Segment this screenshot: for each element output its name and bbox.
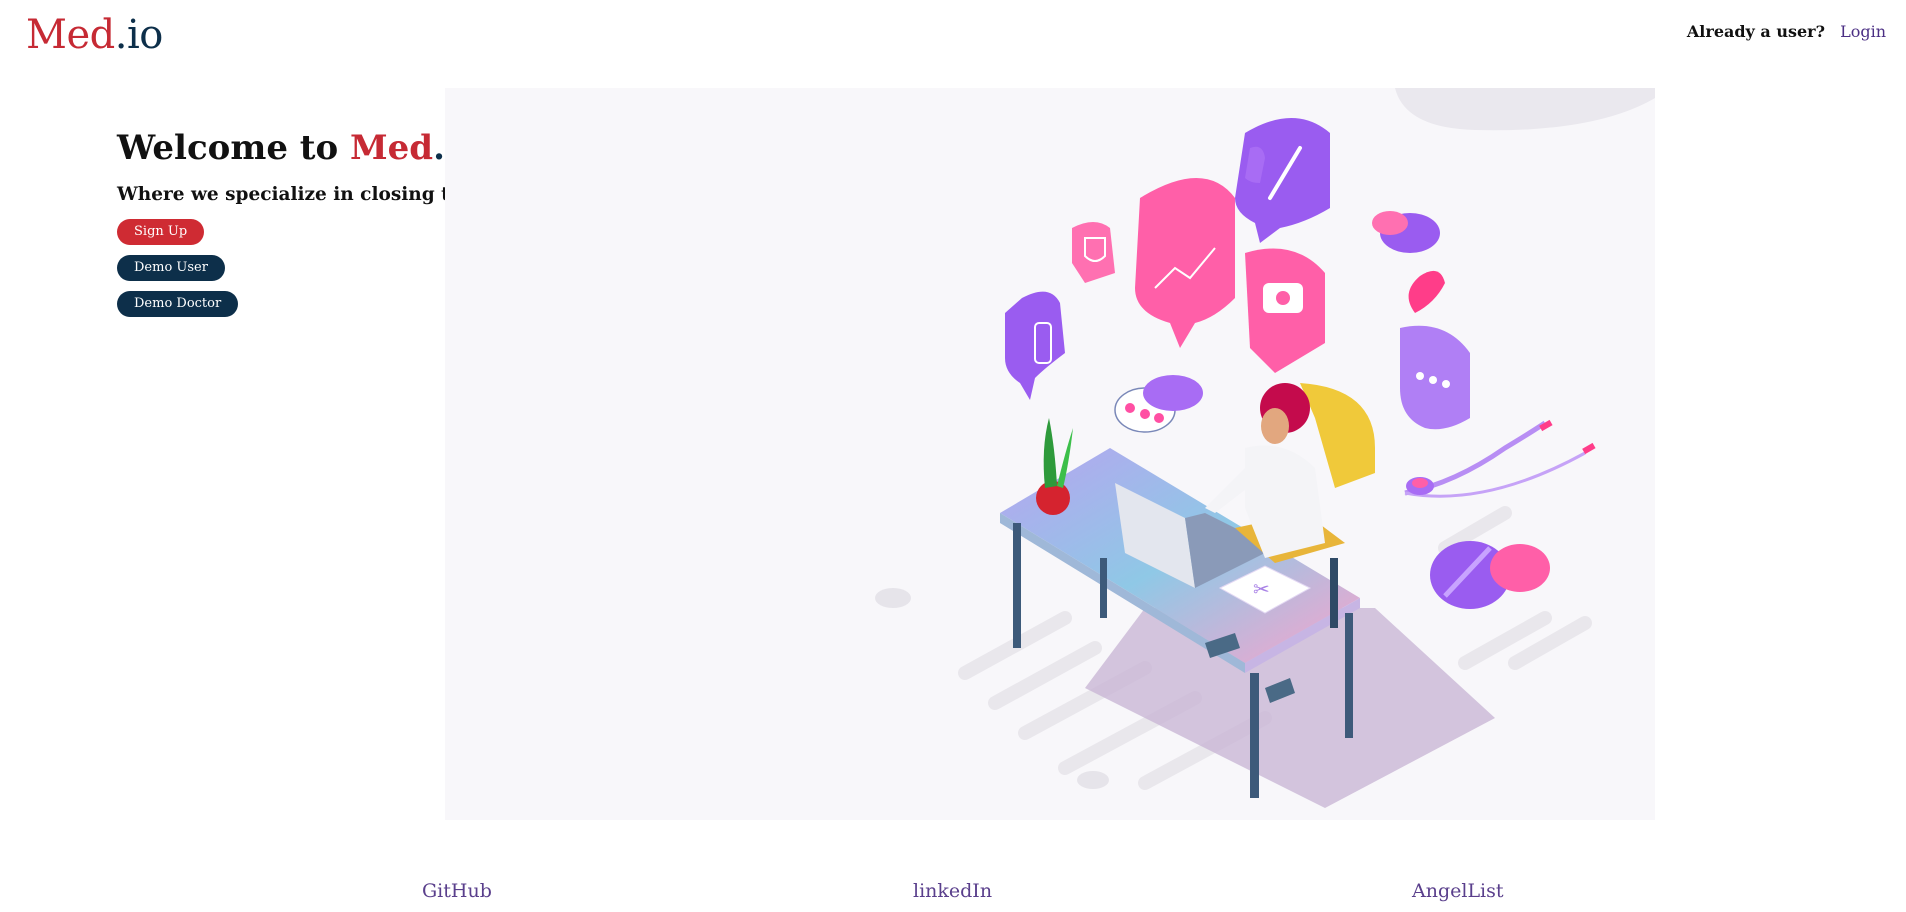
login-link[interactable]: Login <box>1840 22 1886 41</box>
medical-cross-icon <box>1276 291 1290 305</box>
title-brand-primary: Med <box>350 128 434 168</box>
logo-primary: Med <box>26 12 115 58</box>
shield-chat-icon <box>1072 222 1115 283</box>
doctor-arm <box>1205 468 1250 513</box>
chat-bubble-icon <box>1143 375 1203 411</box>
demo-doctor-button[interactable]: Demo Doctor <box>117 291 239 317</box>
floor-dot <box>875 588 911 608</box>
logo-secondary: .io <box>114 12 164 58</box>
title-prefix: Welcome to <box>117 128 351 168</box>
github-link[interactable]: GitHub <box>422 880 492 902</box>
linkedin-link[interactable]: linkedIn <box>913 880 992 902</box>
doctor-face <box>1261 408 1289 444</box>
auth-prompt: Already a user? Login <box>1687 22 1886 41</box>
heart-icon <box>1408 270 1445 313</box>
round-pill-pink <box>1490 544 1550 592</box>
corner-blob-shape <box>1395 88 1655 131</box>
pill-capsule-half <box>1372 211 1408 235</box>
floating-medical-icons <box>1005 118 1470 433</box>
signup-button[interactable]: Sign Up <box>117 219 205 245</box>
site-logo[interactable]: Med.io <box>26 12 163 58</box>
angellist-link[interactable]: AngelList <box>1412 880 1504 902</box>
doctor-desk-illustration: ✂ <box>875 88 1655 808</box>
stethoscope-icon <box>1404 419 1596 498</box>
landing-page: Med.io Already a user? Login Welcome to … <box>0 0 1906 912</box>
plant-leaves <box>1043 418 1057 488</box>
floor-dot <box>1077 771 1109 789</box>
chair-post <box>1330 558 1338 628</box>
already-user-text: Already a user? <box>1686 22 1825 41</box>
demo-user-button[interactable]: Demo User <box>117 255 225 281</box>
heart-pulse-chat-icon <box>1135 178 1235 348</box>
hero-illustration: ✂ <box>445 88 1655 820</box>
paper-scissors-icon: ✂ <box>1253 577 1270 601</box>
